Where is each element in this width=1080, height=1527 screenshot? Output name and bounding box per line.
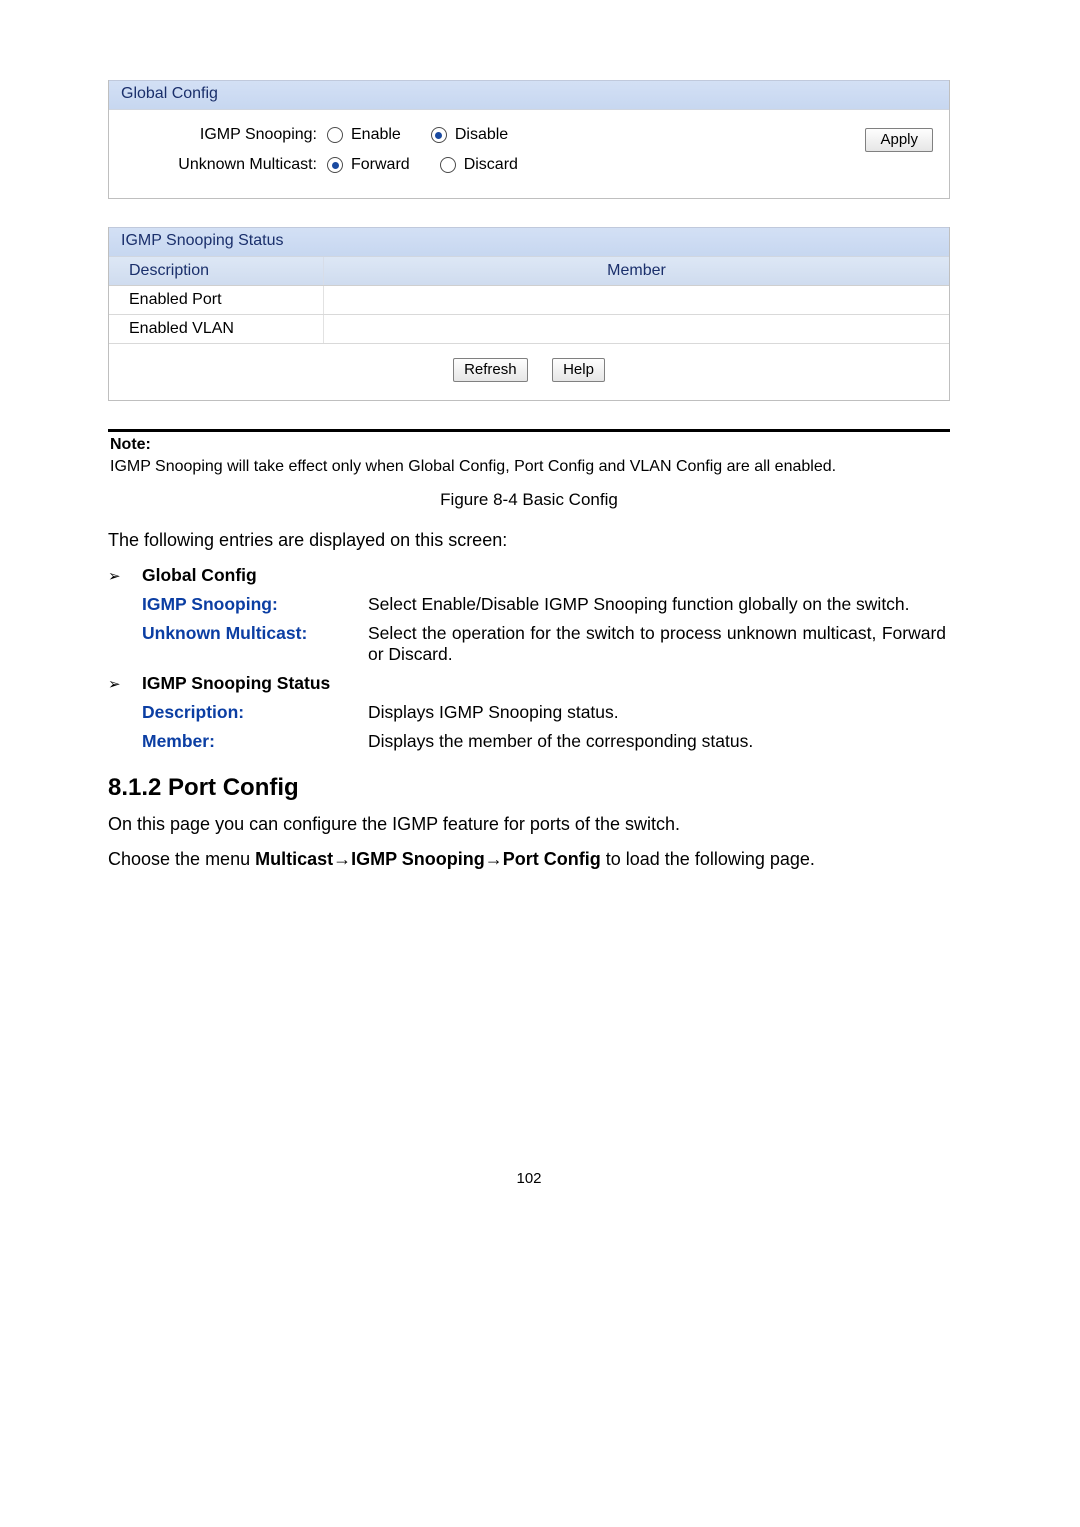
radio-unchecked-icon: [327, 127, 343, 143]
status-button-row: Refresh Help: [109, 344, 949, 400]
def-term-description: Description:: [108, 702, 368, 723]
def-term-member: Member:: [108, 731, 368, 752]
unknown-discard-label: Discard: [464, 156, 518, 174]
unknown-forward-radio[interactable]: Forward: [327, 156, 410, 174]
def-unknown-multicast: Unknown Multicast: Select the operation …: [108, 623, 950, 665]
help-button[interactable]: Help: [552, 358, 605, 382]
nav-port-config: Port Config: [503, 849, 601, 869]
def-member: Member: Displays the member of the corre…: [108, 731, 950, 752]
def-body-description: Displays IGMP Snooping status.: [368, 702, 950, 723]
global-config-panel: Global Config IGMP Snooping: Enable Disa…: [108, 80, 950, 199]
bullet-icon: ➢: [108, 673, 142, 693]
divider-rule: [108, 429, 950, 432]
def-term-unknown: Unknown Multicast:: [108, 623, 368, 665]
nav-prefix: Choose the menu: [108, 849, 255, 869]
radio-unchecked-icon: [440, 157, 456, 173]
unknown-discard-radio[interactable]: Discard: [440, 156, 518, 174]
nav-multicast: Multicast: [255, 849, 333, 869]
section-heading-port-config: 8.1.2 Port Config: [108, 774, 950, 802]
page-number: 102: [108, 1170, 950, 1187]
panel-title-status: IGMP Snooping Status: [109, 227, 949, 257]
igmp-snooping-row: IGMP Snooping: Enable Disable: [137, 120, 865, 150]
col-header-member: Member: [324, 257, 949, 285]
row-enabled-port: Enabled Port: [109, 286, 324, 314]
unknown-multicast-row: Unknown Multicast: Forward Discard: [137, 150, 865, 180]
igmp-status-panel: IGMP Snooping Status Description Member …: [108, 227, 950, 401]
igmp-disable-radio[interactable]: Disable: [431, 126, 508, 144]
igmp-disable-label: Disable: [455, 126, 508, 144]
igmp-enable-radio[interactable]: Enable: [327, 126, 401, 144]
refresh-button[interactable]: Refresh: [453, 358, 528, 382]
port-config-nav: Choose the menu Multicast→IGMP Snooping→…: [108, 849, 950, 870]
radio-checked-icon: [431, 127, 447, 143]
panel-title-global: Global Config: [109, 80, 949, 110]
figure-caption: Figure 8-4 Basic Config: [108, 490, 950, 510]
port-config-line1: On this page you can configure the IGMP …: [108, 814, 950, 835]
unknown-forward-label: Forward: [351, 156, 410, 174]
global-config-body: IGMP Snooping: Enable Disable Unknown Mu…: [109, 110, 949, 198]
def-body-unknown: Select the operation for the switch to p…: [368, 623, 950, 665]
def-body-member: Displays the member of the corresponding…: [368, 731, 950, 752]
row-enabled-vlan-member: [324, 315, 949, 343]
nav-sep2: →: [485, 849, 503, 869]
def-term-igmp: IGMP Snooping:: [108, 594, 368, 615]
bullet-icon: ➢: [108, 565, 142, 585]
def-description: Description: Displays IGMP Snooping stat…: [108, 702, 950, 723]
nav-suffix: to load the following page.: [601, 849, 815, 869]
bullet-igmp-status: ➢ IGMP Snooping Status: [108, 673, 950, 694]
radio-checked-icon: [327, 157, 343, 173]
unknown-multicast-label: Unknown Multicast:: [137, 156, 327, 174]
apply-button[interactable]: Apply: [865, 128, 933, 152]
igmp-snooping-label: IGMP Snooping:: [137, 126, 327, 144]
nav-igmp-snooping: IGMP Snooping: [351, 849, 485, 869]
table-row: Enabled VLAN: [109, 315, 949, 344]
note-heading: Note:: [110, 436, 950, 454]
bullet-igmp-status-text: IGMP Snooping Status: [142, 673, 330, 694]
table-row: Enabled Port: [109, 286, 949, 315]
intro-sentence: The following entries are displayed on t…: [108, 530, 950, 551]
bullet-global-config: ➢ Global Config: [108, 565, 950, 586]
note-body: IGMP Snooping will take effect only when…: [110, 458, 950, 476]
def-body-igmp: Select Enable/Disable IGMP Snooping func…: [368, 594, 950, 615]
col-header-description: Description: [109, 257, 324, 285]
bullet-global-config-text: Global Config: [142, 565, 257, 586]
def-igmp-snooping: IGMP Snooping: Select Enable/Disable IGM…: [108, 594, 950, 615]
status-table-header: Description Member: [109, 257, 949, 286]
row-enabled-vlan: Enabled VLAN: [109, 315, 324, 343]
nav-sep1: →: [333, 849, 351, 869]
row-enabled-port-member: [324, 286, 949, 314]
igmp-enable-label: Enable: [351, 126, 401, 144]
